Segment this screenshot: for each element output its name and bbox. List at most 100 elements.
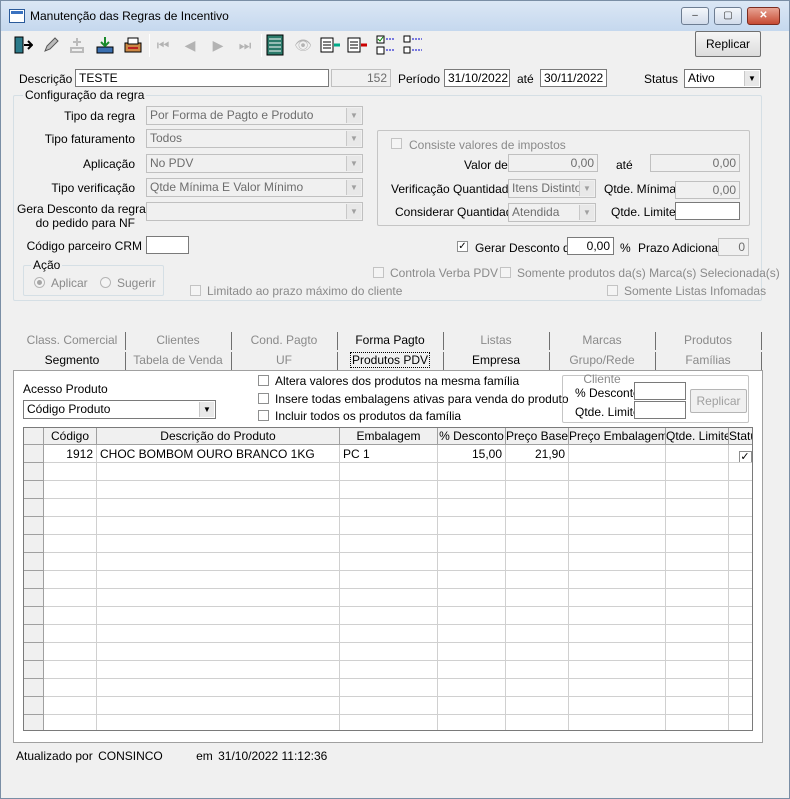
table-cell[interactable] bbox=[729, 535, 752, 553]
acesso-produto-select[interactable]: Código Produto ▼ bbox=[23, 400, 216, 419]
table-cell[interactable] bbox=[438, 517, 506, 535]
table-cell[interactable] bbox=[97, 679, 340, 697]
produtos-table[interactable]: Código Descrição do Produto Embalagem% Des… bbox=[23, 427, 753, 731]
column-header[interactable]: Qtde. Limite bbox=[666, 428, 729, 445]
table-cell[interactable] bbox=[569, 571, 666, 589]
table-cell[interactable] bbox=[44, 715, 97, 730]
table-cell[interactable] bbox=[97, 661, 340, 679]
table-cell[interactable]: 21,90 bbox=[506, 445, 569, 463]
crm-input[interactable] bbox=[146, 236, 189, 254]
table-cell[interactable] bbox=[340, 661, 438, 679]
table-cell[interactable] bbox=[666, 589, 729, 607]
status-checkbox[interactable]: ✓ bbox=[738, 451, 752, 462]
table-cell[interactable] bbox=[729, 715, 752, 730]
list-icon[interactable] bbox=[263, 33, 287, 57]
table-cell[interactable] bbox=[729, 661, 752, 679]
tab-1-4[interactable]: Listas bbox=[443, 331, 549, 351]
periodo-fim-input[interactable]: 30/11/2022 bbox=[540, 69, 607, 87]
table-cell[interactable] bbox=[569, 679, 666, 697]
table-cell[interactable] bbox=[438, 463, 506, 481]
table-cell[interactable] bbox=[729, 499, 752, 517]
table-cell[interactable] bbox=[569, 445, 666, 463]
tab-2-4[interactable]: Empresa bbox=[443, 351, 549, 371]
tab-1-3[interactable]: Forma Pagto bbox=[337, 331, 443, 351]
check-list-icon[interactable] bbox=[374, 33, 398, 57]
table-cell[interactable] bbox=[340, 517, 438, 535]
table-cell[interactable] bbox=[97, 481, 340, 499]
column-header[interactable]: Código bbox=[44, 428, 97, 445]
table-cell[interactable] bbox=[666, 481, 729, 499]
table-cell[interactable] bbox=[506, 481, 569, 499]
tab-2-6[interactable]: Famílias bbox=[655, 351, 761, 371]
table-cell[interactable] bbox=[97, 643, 340, 661]
table-cell[interactable] bbox=[729, 625, 752, 643]
table-cell[interactable] bbox=[506, 553, 569, 571]
insere-embalagens-checkbox[interactable] bbox=[258, 393, 269, 404]
tab-2-1[interactable]: Tabela de Venda bbox=[125, 351, 231, 371]
table-cell[interactable] bbox=[438, 535, 506, 553]
row-selector[interactable] bbox=[24, 463, 44, 481]
tab-2-5[interactable]: Grupo/Rede Cliente bbox=[549, 351, 655, 386]
table-cell[interactable] bbox=[44, 481, 97, 499]
table-cell[interactable] bbox=[44, 463, 97, 481]
table-cell[interactable] bbox=[340, 589, 438, 607]
row-selector[interactable] bbox=[24, 445, 44, 463]
table-cell[interactable] bbox=[44, 661, 97, 679]
tree-icon[interactable] bbox=[401, 33, 425, 57]
table-cell[interactable] bbox=[438, 661, 506, 679]
table-cell[interactable] bbox=[438, 697, 506, 715]
table-cell[interactable] bbox=[506, 697, 569, 715]
row-selector[interactable] bbox=[24, 697, 44, 715]
altera-valores-checkbox[interactable] bbox=[258, 375, 269, 386]
row-selector[interactable] bbox=[24, 715, 44, 730]
table-cell[interactable] bbox=[569, 499, 666, 517]
table-cell[interactable] bbox=[44, 517, 97, 535]
table-cell[interactable] bbox=[569, 625, 666, 643]
table-cell[interactable] bbox=[569, 553, 666, 571]
table-cell[interactable] bbox=[438, 571, 506, 589]
table-cell[interactable] bbox=[438, 499, 506, 517]
table-cell[interactable] bbox=[666, 679, 729, 697]
table-cell[interactable] bbox=[666, 499, 729, 517]
table-cell[interactable] bbox=[569, 589, 666, 607]
table-cell[interactable] bbox=[729, 553, 752, 571]
incluir-familia-checkbox[interactable] bbox=[258, 410, 269, 421]
row-selector[interactable] bbox=[24, 607, 44, 625]
table-cell[interactable] bbox=[666, 553, 729, 571]
tab-1-1[interactable]: Clientes bbox=[125, 331, 231, 351]
table-cell[interactable] bbox=[97, 589, 340, 607]
table-cell[interactable] bbox=[97, 535, 340, 553]
table-cell[interactable] bbox=[506, 589, 569, 607]
table-cell[interactable] bbox=[506, 715, 569, 730]
table-cell[interactable] bbox=[666, 517, 729, 535]
table-cell[interactable] bbox=[666, 715, 729, 730]
table-cell[interactable] bbox=[729, 571, 752, 589]
table-cell[interactable] bbox=[438, 553, 506, 571]
column-header[interactable]: Embalagem bbox=[340, 428, 438, 445]
table-cell[interactable] bbox=[569, 607, 666, 625]
maximize-button[interactable]: ▢ bbox=[714, 7, 742, 25]
table-cell[interactable] bbox=[506, 643, 569, 661]
table-cell[interactable] bbox=[438, 607, 506, 625]
table-cell[interactable] bbox=[44, 571, 97, 589]
table-cell[interactable] bbox=[97, 607, 340, 625]
table-cell[interactable] bbox=[340, 553, 438, 571]
column-header[interactable]: Status bbox=[729, 428, 752, 445]
table-cell[interactable] bbox=[438, 643, 506, 661]
table-cell[interactable] bbox=[340, 643, 438, 661]
row-selector[interactable] bbox=[24, 535, 44, 553]
table-cell[interactable] bbox=[44, 679, 97, 697]
table-cell[interactable] bbox=[729, 589, 752, 607]
descricao-input[interactable]: TESTE bbox=[75, 69, 329, 87]
table-cell[interactable] bbox=[729, 517, 752, 535]
tab-1-0[interactable]: Class. Comercial bbox=[19, 331, 125, 351]
table-cell[interactable] bbox=[97, 499, 340, 517]
table-cell[interactable] bbox=[340, 463, 438, 481]
table-cell[interactable] bbox=[97, 571, 340, 589]
import-icon[interactable] bbox=[346, 33, 370, 57]
table-cell[interactable] bbox=[666, 445, 729, 463]
periodo-inicio-input[interactable]: 31/10/2022 bbox=[444, 69, 510, 87]
table-cell[interactable] bbox=[97, 463, 340, 481]
pct-desconto-input[interactable] bbox=[634, 382, 686, 400]
save-icon[interactable] bbox=[93, 33, 117, 57]
